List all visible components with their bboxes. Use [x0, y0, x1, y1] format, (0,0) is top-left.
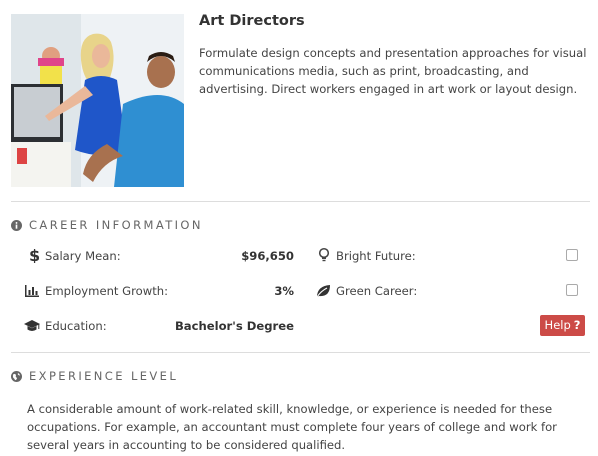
salary-mean-label: Salary Mean:	[45, 249, 121, 263]
bright-future-checkbox[interactable]	[566, 249, 578, 261]
experience-level-description: A considerable amount of work-related sk…	[27, 402, 557, 452]
svg-text:$: $	[29, 247, 40, 263]
education-label: Education:	[45, 319, 107, 333]
green-career-checkbox[interactable]	[566, 284, 578, 296]
info-circle-icon	[11, 219, 22, 231]
lightbulb-icon	[316, 247, 332, 263]
bright-future-label: Bright Future:	[336, 249, 416, 263]
help-button-label: Help	[544, 318, 571, 332]
experience-level-heading: EXPERIENCE LEVEL	[11, 369, 178, 383]
globe-icon	[11, 370, 22, 382]
green-career-label: Green Career:	[336, 284, 418, 298]
salary-mean-value: $96,650	[241, 249, 294, 263]
occupation-description: Formulate design concepts and presentati…	[199, 46, 587, 96]
occupation-page: Art Directors Formulate design concepts …	[0, 0, 598, 456]
help-button[interactable]: Help?	[540, 315, 585, 336]
occupation-title: Art Directors	[199, 13, 305, 29]
bar-chart-icon	[24, 283, 40, 299]
dollar-icon: $	[26, 247, 42, 263]
graduation-cap-icon	[24, 318, 40, 334]
career-information-heading-text: CAREER INFORMATION	[29, 218, 203, 232]
experience-level-heading-text: EXPERIENCE LEVEL	[29, 369, 179, 383]
employment-growth-label: Employment Growth:	[45, 284, 169, 298]
education-value: Bachelor's Degree	[174, 319, 294, 333]
question-icon: ?	[573, 318, 581, 332]
occupation-photo	[11, 14, 184, 187]
career-information-heading: CAREER INFORMATION	[11, 218, 203, 232]
divider	[11, 201, 590, 202]
employment-growth-value: 3%	[274, 284, 294, 298]
divider	[11, 352, 590, 353]
leaf-icon	[315, 283, 331, 299]
